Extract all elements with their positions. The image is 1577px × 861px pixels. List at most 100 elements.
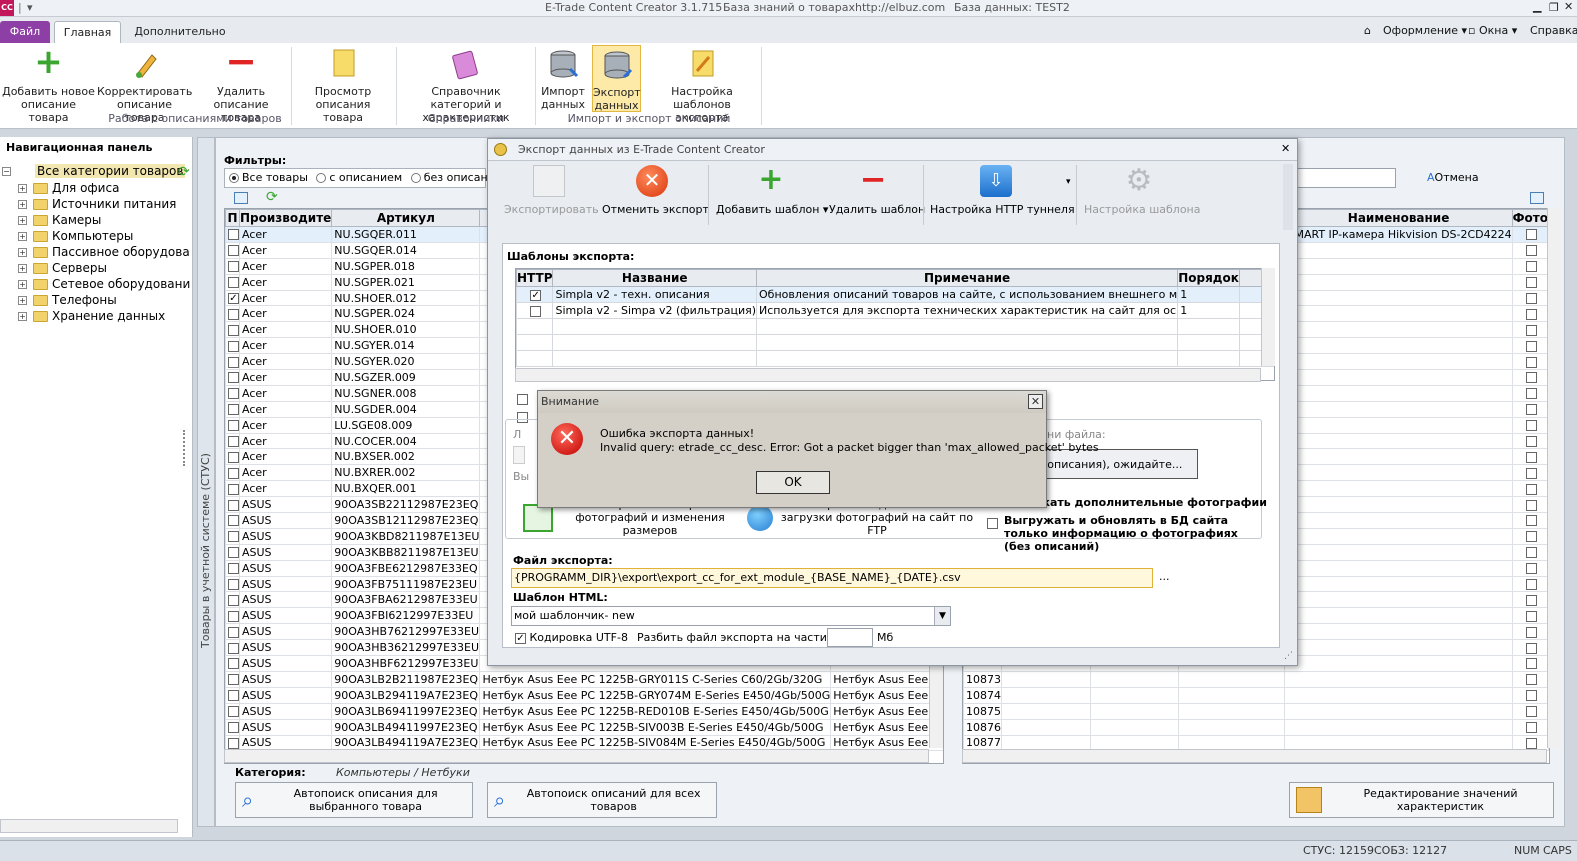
photo-checkbox-cell[interactable] (1511, 670, 1549, 688)
photo-checkbox-cell[interactable] (1511, 591, 1549, 609)
row-checkbox[interactable] (228, 674, 239, 686)
row-checkbox-cell[interactable] (225, 416, 240, 434)
photo-checkbox[interactable] (1525, 722, 1537, 734)
row-checkbox-cell[interactable] (225, 591, 240, 609)
col-header-check[interactable]: П (225, 209, 240, 227)
expand-icon[interactable]: + (18, 199, 27, 209)
menu-design[interactable]: Оформление ▾ (1383, 24, 1467, 37)
grid2-hscrollbar[interactable] (962, 749, 1547, 763)
delete-template-button[interactable]: − Удалить шаблон (829, 163, 925, 216)
row-checkbox[interactable] (228, 499, 239, 511)
row-checkbox-cell[interactable] (225, 718, 240, 736)
photo-checkbox[interactable] (1525, 293, 1537, 304)
template-row[interactable]: ✓ Simpla v2 - техн. описания Обновления оп… (516, 286, 1274, 303)
photo-checkbox-cell[interactable] (1511, 448, 1549, 466)
photo-checkbox-cell[interactable] (1511, 702, 1549, 720)
photo-checkbox[interactable] (1525, 579, 1537, 591)
photo-checkbox[interactable] (1525, 563, 1537, 575)
row-checkbox-cell[interactable] (225, 337, 240, 355)
photo-checkbox[interactable] (1525, 737, 1537, 749)
tpl-col-note[interactable]: Примечание (755, 269, 1179, 287)
photo-checkbox-cell[interactable] (1511, 639, 1549, 657)
table-row[interactable]: ASUS 90OA3LB69411997E23EQ Нетбук Asus Eee … (225, 702, 943, 720)
photo-checkbox[interactable] (1525, 499, 1537, 511)
expand-icon[interactable]: + (18, 247, 27, 257)
row-checkbox[interactable] (228, 229, 239, 241)
tree-root[interactable]: − Все категории товаров (2, 164, 186, 178)
photo-checkbox[interactable] (1525, 340, 1537, 352)
photo-checkbox-cell[interactable] (1511, 289, 1549, 307)
photo-checkbox-cell[interactable] (1511, 464, 1549, 482)
photo-checkbox[interactable] (1525, 515, 1537, 527)
http-checkbox[interactable] (530, 305, 542, 317)
photo-checkbox-cell[interactable] (1511, 527, 1549, 545)
expand-icon[interactable]: + (18, 183, 27, 193)
row-checkbox-cell[interactable] (225, 273, 240, 291)
row-checkbox-cell[interactable] (225, 686, 240, 704)
export-cancel-button[interactable]: ✕ Отменить экспорт (602, 165, 709, 216)
tab-main[interactable]: Главная (54, 21, 121, 44)
row-checkbox[interactable] (228, 642, 239, 654)
templates-hscrollbar[interactable] (515, 368, 1261, 382)
row-checkbox-cell[interactable] (225, 543, 240, 561)
tree-item[interactable]: + Телефоны (18, 293, 117, 307)
help-up-icon[interactable]: ⌂ (1364, 24, 1371, 37)
photo-checkbox-cell[interactable] (1511, 416, 1549, 434)
photo-checkbox[interactable] (1525, 245, 1537, 257)
refresh-grid-icon[interactable]: ⟳ (266, 189, 278, 205)
http-checkbox-cell[interactable] (516, 302, 554, 319)
photo-checkbox[interactable] (1525, 610, 1537, 622)
photo-checkbox[interactable] (1525, 642, 1537, 654)
filter-all-radio[interactable]: Все товары (229, 171, 308, 184)
row-checkbox-cell[interactable] (225, 305, 240, 323)
row-checkbox-cell[interactable] (225, 257, 240, 275)
col-header-photo[interactable]: Фото (1511, 209, 1549, 227)
tree-item[interactable]: + Камеры (18, 213, 101, 227)
photo-checkbox[interactable] (1525, 706, 1537, 718)
vertical-tab-stus[interactable]: Товары в учетной системе (СТУС) (197, 137, 215, 827)
template-row[interactable] (516, 318, 1274, 335)
ok-button[interactable]: OK (756, 471, 830, 494)
photo-checkbox[interactable] (1525, 388, 1537, 400)
row-checkbox-cell[interactable]: ✓ (225, 289, 240, 307)
nav-hscrollbar[interactable] (0, 819, 178, 833)
tree-item[interactable]: + Для офиса (18, 181, 119, 195)
photo-checkbox[interactable] (1525, 626, 1537, 638)
resize-grip[interactable]: ⋰ (1284, 651, 1293, 661)
row-checkbox[interactable] (228, 261, 239, 273)
http-checkbox-cell[interactable]: ✓ (516, 286, 554, 303)
col-header-product-name[interactable]: Наименование (1284, 209, 1513, 227)
expand-icon[interactable]: + (18, 311, 27, 321)
row-checkbox-cell[interactable] (225, 607, 240, 625)
row-checkbox[interactable] (228, 594, 239, 606)
expand-icon[interactable]: + (18, 263, 27, 273)
left-field[interactable] (513, 446, 525, 464)
utf8-checkbox[interactable]: ✓ (515, 632, 526, 644)
browse-file-button[interactable]: ... (1159, 570, 1170, 583)
photo-checkbox-cell[interactable] (1511, 384, 1549, 402)
photo-checkbox-cell[interactable] (1511, 575, 1549, 593)
table-row[interactable]: ASUS 90OA3LB2B211987E23EQ Нетбук Asus Eee … (225, 670, 943, 688)
photo-checkbox[interactable] (1525, 531, 1537, 543)
template-row[interactable] (516, 350, 1274, 367)
photo-checkbox-cell[interactable] (1511, 273, 1549, 291)
add-description-button[interactable]: + Добавить новое описание товара (2, 45, 95, 124)
template-row[interactable] (516, 334, 1274, 351)
row-checkbox[interactable] (228, 626, 239, 638)
row-checkbox[interactable] (228, 451, 239, 463)
table-row[interactable]: 10873 (963, 670, 1549, 688)
row-checkbox[interactable] (228, 324, 239, 336)
autosearch-one-button[interactable]: ⌕ Автопоиск описания для выбранного това… (235, 782, 473, 818)
templates-vscrollbar[interactable] (1261, 268, 1275, 366)
photo-checkbox[interactable] (1525, 308, 1537, 320)
photo-checkbox[interactable] (1525, 356, 1537, 368)
row-checkbox-cell[interactable] (225, 353, 240, 371)
photo-checkbox[interactable] (1525, 229, 1537, 241)
refresh-icon[interactable]: ⟳ (178, 164, 190, 180)
photo-checkbox[interactable] (1525, 483, 1537, 495)
photo-checkbox-cell[interactable] (1511, 400, 1549, 418)
row-checkbox-cell[interactable] (225, 575, 240, 593)
photo-checkbox-cell[interactable] (1511, 559, 1549, 577)
template-settings-button[interactable]: ⚙ Настройка шаблона (1084, 165, 1201, 217)
photo-checkbox[interactable] (1525, 690, 1537, 702)
